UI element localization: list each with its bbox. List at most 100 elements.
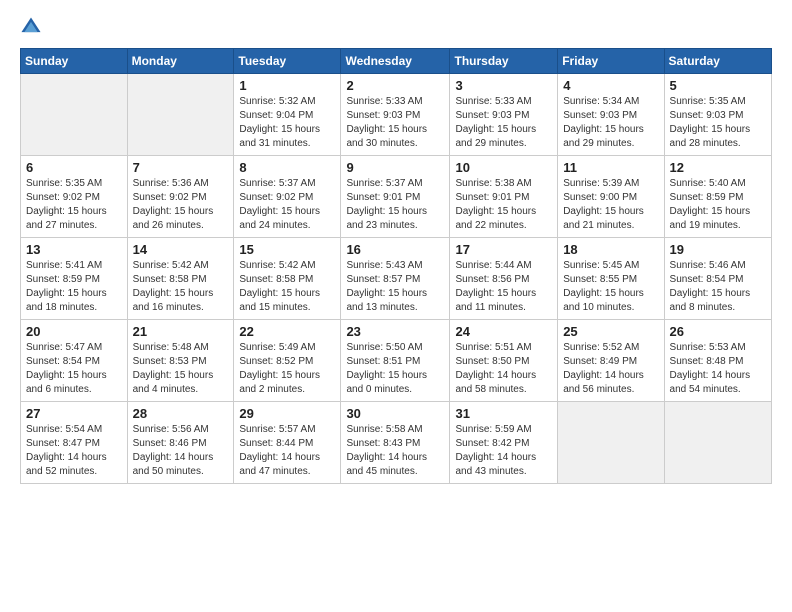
day-detail: Sunrise: 5:51 AM Sunset: 8:50 PM Dayligh… (455, 341, 552, 397)
day-cell: 31 Sunrise: 5:59 AM Sunset: 8:42 PM Dayl… (450, 402, 558, 484)
sunrise: Sunrise: 5:42 AM (133, 260, 209, 271)
day-cell: 28 Sunrise: 5:56 AM Sunset: 8:46 PM Dayl… (127, 402, 234, 484)
day-detail: Sunrise: 5:50 AM Sunset: 8:51 PM Dayligh… (346, 341, 444, 397)
daylight: Daylight: 15 hours and 26 minutes. (133, 206, 214, 231)
sunset: Sunset: 8:59 PM (670, 192, 744, 203)
day-detail: Sunrise: 5:47 AM Sunset: 8:54 PM Dayligh… (26, 341, 122, 397)
day-cell: 2 Sunrise: 5:33 AM Sunset: 9:03 PM Dayli… (341, 74, 450, 156)
daylight: Daylight: 15 hours and 18 minutes. (26, 288, 107, 313)
day-cell: 22 Sunrise: 5:49 AM Sunset: 8:52 PM Dayl… (234, 320, 341, 402)
sunrise: Sunrise: 5:53 AM (670, 342, 746, 353)
daylight: Daylight: 15 hours and 2 minutes. (239, 370, 320, 395)
day-cell (664, 402, 771, 484)
sunset: Sunset: 9:02 PM (239, 192, 313, 203)
day-number: 9 (346, 160, 444, 175)
day-detail: Sunrise: 5:53 AM Sunset: 8:48 PM Dayligh… (670, 341, 766, 397)
day-cell: 8 Sunrise: 5:37 AM Sunset: 9:02 PM Dayli… (234, 156, 341, 238)
sunrise: Sunrise: 5:46 AM (670, 260, 746, 271)
sunrise: Sunrise: 5:47 AM (26, 342, 102, 353)
day-cell: 4 Sunrise: 5:34 AM Sunset: 9:03 PM Dayli… (558, 74, 664, 156)
daylight: Daylight: 15 hours and 24 minutes. (239, 206, 320, 231)
daylight: Daylight: 15 hours and 29 minutes. (563, 124, 644, 149)
daylight: Daylight: 15 hours and 6 minutes. (26, 370, 107, 395)
day-cell: 6 Sunrise: 5:35 AM Sunset: 9:02 PM Dayli… (21, 156, 128, 238)
daylight: Daylight: 14 hours and 52 minutes. (26, 452, 107, 477)
day-detail: Sunrise: 5:40 AM Sunset: 8:59 PM Dayligh… (670, 177, 766, 233)
day-detail: Sunrise: 5:32 AM Sunset: 9:04 PM Dayligh… (239, 95, 335, 151)
day-detail: Sunrise: 5:35 AM Sunset: 9:02 PM Dayligh… (26, 177, 122, 233)
day-detail: Sunrise: 5:54 AM Sunset: 8:47 PM Dayligh… (26, 423, 122, 479)
daylight: Daylight: 15 hours and 29 minutes. (455, 124, 536, 149)
header-day-thursday: Thursday (450, 49, 558, 74)
day-detail: Sunrise: 5:37 AM Sunset: 9:01 PM Dayligh… (346, 177, 444, 233)
day-cell: 21 Sunrise: 5:48 AM Sunset: 8:53 PM Dayl… (127, 320, 234, 402)
sunset: Sunset: 8:42 PM (455, 438, 529, 449)
day-cell: 16 Sunrise: 5:43 AM Sunset: 8:57 PM Dayl… (341, 238, 450, 320)
day-detail: Sunrise: 5:41 AM Sunset: 8:59 PM Dayligh… (26, 259, 122, 315)
day-detail: Sunrise: 5:58 AM Sunset: 8:43 PM Dayligh… (346, 423, 444, 479)
sunset: Sunset: 8:46 PM (133, 438, 207, 449)
day-cell: 27 Sunrise: 5:54 AM Sunset: 8:47 PM Dayl… (21, 402, 128, 484)
sunset: Sunset: 9:00 PM (563, 192, 637, 203)
sunset: Sunset: 8:56 PM (455, 274, 529, 285)
sunset: Sunset: 8:55 PM (563, 274, 637, 285)
day-detail: Sunrise: 5:48 AM Sunset: 8:53 PM Dayligh… (133, 341, 229, 397)
header (20, 16, 772, 38)
sunrise: Sunrise: 5:34 AM (563, 96, 639, 107)
day-detail: Sunrise: 5:38 AM Sunset: 9:01 PM Dayligh… (455, 177, 552, 233)
day-detail: Sunrise: 5:35 AM Sunset: 9:03 PM Dayligh… (670, 95, 766, 151)
sunrise: Sunrise: 5:57 AM (239, 424, 315, 435)
sunset: Sunset: 8:43 PM (346, 438, 420, 449)
sunrise: Sunrise: 5:33 AM (455, 96, 531, 107)
daylight: Daylight: 15 hours and 8 minutes. (670, 288, 751, 313)
sunset: Sunset: 9:04 PM (239, 110, 313, 121)
sunrise: Sunrise: 5:38 AM (455, 178, 531, 189)
header-row: SundayMondayTuesdayWednesdayThursdayFrid… (21, 49, 772, 74)
week-row-5: 27 Sunrise: 5:54 AM Sunset: 8:47 PM Dayl… (21, 402, 772, 484)
daylight: Daylight: 14 hours and 43 minutes. (455, 452, 536, 477)
sunset: Sunset: 8:59 PM (26, 274, 100, 285)
sunrise: Sunrise: 5:43 AM (346, 260, 422, 271)
day-cell: 11 Sunrise: 5:39 AM Sunset: 9:00 PM Dayl… (558, 156, 664, 238)
sunset: Sunset: 8:58 PM (239, 274, 313, 285)
day-detail: Sunrise: 5:57 AM Sunset: 8:44 PM Dayligh… (239, 423, 335, 479)
sunrise: Sunrise: 5:35 AM (670, 96, 746, 107)
day-cell: 19 Sunrise: 5:46 AM Sunset: 8:54 PM Dayl… (664, 238, 771, 320)
day-detail: Sunrise: 5:33 AM Sunset: 9:03 PM Dayligh… (455, 95, 552, 151)
day-number: 11 (563, 160, 658, 175)
sunrise: Sunrise: 5:39 AM (563, 178, 639, 189)
daylight: Daylight: 15 hours and 23 minutes. (346, 206, 427, 231)
day-detail: Sunrise: 5:39 AM Sunset: 9:00 PM Dayligh… (563, 177, 658, 233)
week-row-1: 1 Sunrise: 5:32 AM Sunset: 9:04 PM Dayli… (21, 74, 772, 156)
sunset: Sunset: 8:50 PM (455, 356, 529, 367)
sunset: Sunset: 8:53 PM (133, 356, 207, 367)
day-cell: 14 Sunrise: 5:42 AM Sunset: 8:58 PM Dayl… (127, 238, 234, 320)
day-number: 1 (239, 78, 335, 93)
sunset: Sunset: 8:51 PM (346, 356, 420, 367)
day-cell: 15 Sunrise: 5:42 AM Sunset: 8:58 PM Dayl… (234, 238, 341, 320)
header-day-wednesday: Wednesday (341, 49, 450, 74)
daylight: Daylight: 15 hours and 19 minutes. (670, 206, 751, 231)
sunrise: Sunrise: 5:37 AM (346, 178, 422, 189)
daylight: Daylight: 14 hours and 50 minutes. (133, 452, 214, 477)
sunrise: Sunrise: 5:52 AM (563, 342, 639, 353)
day-cell: 3 Sunrise: 5:33 AM Sunset: 9:03 PM Dayli… (450, 74, 558, 156)
day-detail: Sunrise: 5:34 AM Sunset: 9:03 PM Dayligh… (563, 95, 658, 151)
day-detail: Sunrise: 5:49 AM Sunset: 8:52 PM Dayligh… (239, 341, 335, 397)
sunset: Sunset: 9:03 PM (346, 110, 420, 121)
day-number: 8 (239, 160, 335, 175)
day-detail: Sunrise: 5:33 AM Sunset: 9:03 PM Dayligh… (346, 95, 444, 151)
day-cell: 17 Sunrise: 5:44 AM Sunset: 8:56 PM Dayl… (450, 238, 558, 320)
sunrise: Sunrise: 5:51 AM (455, 342, 531, 353)
daylight: Daylight: 14 hours and 58 minutes. (455, 370, 536, 395)
sunrise: Sunrise: 5:48 AM (133, 342, 209, 353)
day-cell: 12 Sunrise: 5:40 AM Sunset: 8:59 PM Dayl… (664, 156, 771, 238)
sunset: Sunset: 9:02 PM (26, 192, 100, 203)
day-number: 13 (26, 242, 122, 257)
day-number: 19 (670, 242, 766, 257)
sunrise: Sunrise: 5:37 AM (239, 178, 315, 189)
logo-icon (20, 16, 42, 38)
sunrise: Sunrise: 5:33 AM (346, 96, 422, 107)
sunrise: Sunrise: 5:41 AM (26, 260, 102, 271)
sunrise: Sunrise: 5:56 AM (133, 424, 209, 435)
